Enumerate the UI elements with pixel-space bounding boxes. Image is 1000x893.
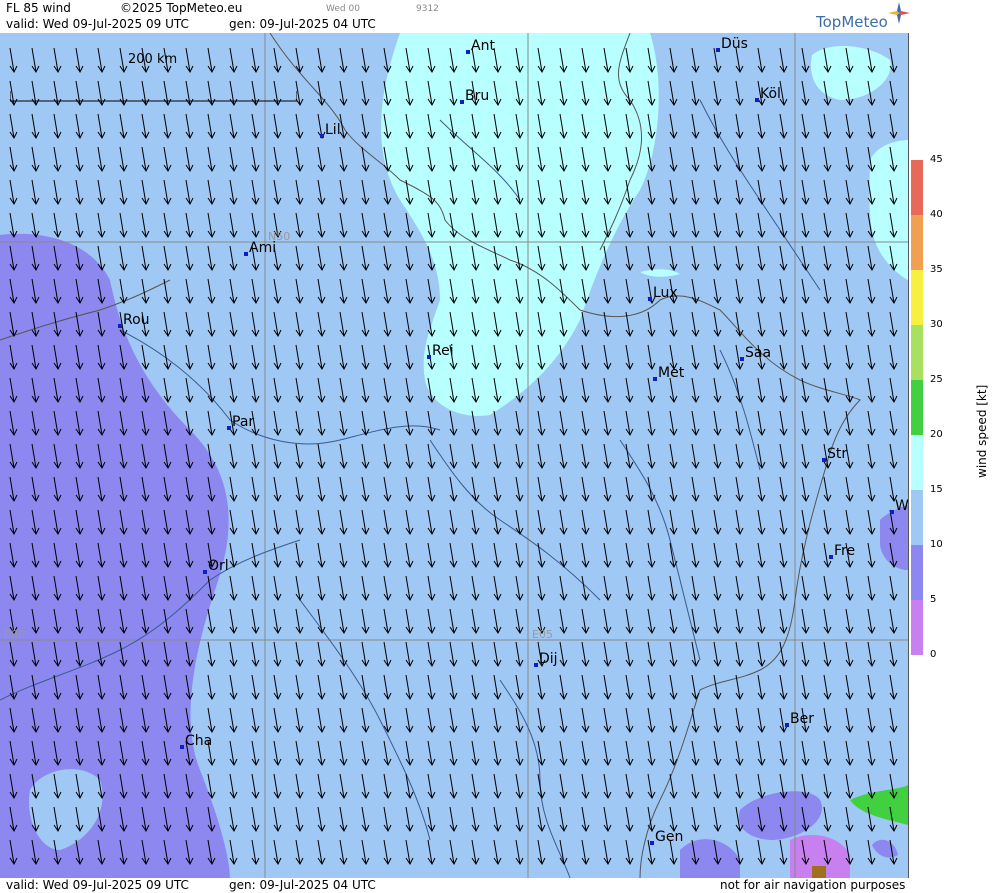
city-label[interactable]: Met [658,365,684,381]
city-marker [650,841,654,845]
footer: valid: Wed 09-Jul-2025 09 UTC gen: 09-Ju… [0,878,1000,893]
legend-tick-label: 30 [930,319,943,330]
legend-swatch [911,270,923,326]
city-label[interactable]: Orl [208,558,229,574]
legend-swatch [911,600,923,656]
legend-swatch [911,435,923,491]
city-marker [822,458,826,462]
scale-bar-label: 200 km [128,52,178,67]
legend-swatch [911,215,923,271]
legend-swatch [911,325,923,381]
city-label[interactable]: Gen [655,829,683,845]
city-label[interactable]: Lux [653,285,678,301]
city-label[interactable]: W [895,498,908,514]
legend-tick-label: 45 [930,154,943,165]
header: FL 85 wind ©2025 TopMeteo.eu Wed 00 9312… [0,0,1000,33]
city-marker [755,98,759,102]
city-label[interactable]: Bru [465,88,489,104]
city-marker [460,100,464,104]
legend-swatch [911,160,923,216]
city-label[interactable]: Rou [123,312,150,328]
wind-map[interactable]: N50 E00 E05 200 km Ant Düs Bru Köl Lil Ami Rou… [0,33,909,878]
gen-time: gen: 09-Jul-2025 04 UTC [229,17,376,31]
code-label: 9312 [416,4,439,14]
legend-tick-label: 10 [930,539,943,550]
legend-tick-label: 15 [930,484,943,495]
city-label[interactable]: Dij [539,651,558,667]
city-marker [890,510,894,514]
city-marker [653,377,657,381]
legend-tick-label: 0 [930,649,937,660]
city-label[interactable]: Düs [721,36,748,52]
city-marker [740,357,744,361]
city-label[interactable]: Lil [325,122,341,138]
city-label[interactable]: Ami [249,240,276,256]
city-label[interactable]: Rei [432,343,454,359]
city-marker [118,324,122,328]
city-marker [785,723,789,727]
legend-tick-label: 25 [930,374,943,385]
legend-swatch [911,490,923,546]
legend-tick-label: 40 [930,209,943,220]
city-label[interactable]: Ber [790,711,814,727]
legend-swatch [911,545,923,601]
scale-bar [10,87,297,103]
run-label: Wed 00 [326,4,360,14]
footer-valid: valid: Wed 09-Jul-2025 09 UTC [6,878,189,892]
product-title: FL 85 wind [6,1,71,15]
city-marker [427,355,431,359]
city-label[interactable]: Köl [760,86,781,102]
city-marker [716,48,720,52]
legend-title: wind speed [kt] [975,384,989,478]
lon-label-e00: E00 [4,628,25,641]
city-label[interactable]: Saa [745,345,771,361]
legend-tick-label: 5 [930,594,937,605]
footer-gen: gen: 09-Jul-2025 04 UTC [229,878,376,892]
legend-colorbar [911,160,923,656]
city-marker [227,426,231,430]
city-marker [180,745,184,749]
city-label[interactable]: Ant [471,38,495,54]
city-marker [320,134,324,138]
city-label[interactable]: Str [827,446,847,462]
logo-text: TopMeteo [816,13,888,31]
legend-swatch [911,380,923,436]
footer-note: not for air navigation purposes [720,878,906,892]
city-label[interactable]: Cha [185,733,212,749]
city-marker [466,50,470,54]
city-marker [244,252,248,256]
compass-logo-icon [888,2,910,24]
city-marker [829,555,833,559]
legend-tick-label: 20 [930,429,943,440]
city-label[interactable]: Par [232,414,254,430]
lon-label-e05: E05 [532,628,553,641]
city-marker [203,570,207,574]
city-marker [648,297,652,301]
valid-time: valid: Wed 09-Jul-2025 09 UTC [6,17,189,31]
city-label[interactable]: Fre [834,543,855,559]
copyright: ©2025 TopMeteo.eu [120,1,243,15]
legend-tick-label: 35 [930,264,943,275]
city-marker [534,663,538,667]
